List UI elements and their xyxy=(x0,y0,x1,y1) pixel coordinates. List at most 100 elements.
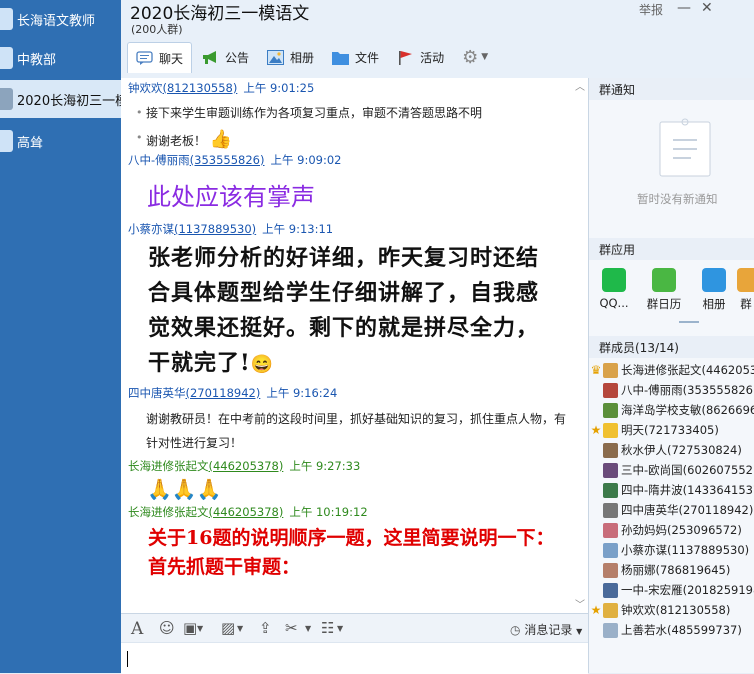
text-caret xyxy=(127,651,128,667)
close-icon[interactable]: ✕ xyxy=(701,0,713,16)
sidebar-item-chinese-teachers[interactable]: 长海语文教师 xyxy=(0,0,121,38)
member-name: 钟欢欢(812130558) xyxy=(621,603,731,617)
report-link[interactable]: 举报 xyxy=(639,1,663,18)
grinning-emoji-icon: 😄 xyxy=(250,354,275,375)
tab-activity[interactable]: 活动 xyxy=(389,42,452,72)
empty-notice-icon xyxy=(659,116,711,181)
group-avatar-icon xyxy=(0,8,13,30)
emoji-icon[interactable]: ☺ xyxy=(159,619,175,637)
message-text: 接下来学生审题训练作为各项复习重点，审题不清答题思路不明 xyxy=(146,106,483,120)
sender-name[interactable]: 长海进修张起文 xyxy=(128,459,209,473)
chevron-down-icon[interactable]: ▼ xyxy=(337,624,343,633)
tab-chat[interactable]: 聊天 xyxy=(127,42,193,73)
message-list[interactable]: ︿ 钟欢欢(812130558) 上午 9:01:25 • 接下来学生审题训练作为… xyxy=(121,78,588,613)
member-row[interactable]: 上善若水(485599737) xyxy=(589,620,754,640)
minimize-icon[interactable]: — xyxy=(677,0,691,16)
empty-notice-text: 暂时没有新通知 xyxy=(637,192,718,206)
chevron-down-icon: ▼ xyxy=(481,52,489,62)
tab-album[interactable]: 相册 xyxy=(259,42,322,72)
message-line: 首先抓题干审题： xyxy=(148,556,301,578)
member-row[interactable]: 杨丽娜(786819645) xyxy=(589,560,754,580)
sender-id[interactable]: (353555826) xyxy=(190,153,265,167)
chevron-down-icon[interactable]: ▼ xyxy=(197,624,203,633)
input-toolbar: A ☺ ▣ ▼ ▨ ▼ ⇪ ✂ ▼ ☷ ▼ ◷ 消息记录 ▼ xyxy=(121,613,588,642)
sidebar-item-current-group[interactable]: 2020长海初三一模 xyxy=(0,80,121,118)
conversation-sidebar: 长海语文教师 中教部 2020长海初三一模 高耸 xyxy=(0,0,121,673)
message-history-button[interactable]: ◷ 消息记录 ▼ xyxy=(510,621,582,638)
sender-name[interactable]: 长海进修张起文 xyxy=(128,505,209,519)
sender-id[interactable]: (270118942) xyxy=(186,386,261,400)
message-time: 上午 9:01:25 xyxy=(243,81,315,95)
notice-header: 群通知 xyxy=(589,78,754,100)
member-row[interactable]: 一中-宋宏雁(2018259198 xyxy=(589,580,754,600)
member-row[interactable]: 八中-傅丽雨(353555826) xyxy=(589,380,754,400)
gif-icon[interactable]: ▣ xyxy=(183,619,197,637)
clapping-emoji-icon: 🙏🙏🙏 xyxy=(147,477,222,501)
admin-star-icon: ★ xyxy=(590,603,602,617)
chat-bubble-icon xyxy=(136,50,153,66)
sender-id[interactable]: (446205378) xyxy=(209,459,284,473)
picture-icon[interactable]: ▨ xyxy=(221,619,235,637)
message-text: 谢谢老板！ 👍 xyxy=(146,129,232,150)
app-icon xyxy=(737,268,754,292)
member-name: 明天(721733405) xyxy=(621,423,719,437)
upload-icon[interactable]: ⇪ xyxy=(259,619,272,637)
tab-label: 相册 xyxy=(290,50,315,65)
scroll-down-icon[interactable]: ﹀ xyxy=(575,596,585,611)
scissors-icon[interactable]: ✂ xyxy=(285,619,298,637)
member-row[interactable]: 四中-隋井波(1433641537 xyxy=(589,480,754,500)
app-album[interactable]: 相册 xyxy=(693,268,735,312)
sender-id[interactable]: (1137889530) xyxy=(174,222,256,236)
member-row[interactable]: ★ 钟欢欢(812130558) xyxy=(589,600,754,620)
image-icon xyxy=(702,268,726,292)
sender-id[interactable]: (446205378) xyxy=(209,505,284,519)
bullet-icon: • xyxy=(136,131,143,144)
chevron-down-icon: ▼ xyxy=(576,627,583,636)
phone-icon xyxy=(602,268,626,292)
settings-menu[interactable]: ⚙ ▼ xyxy=(454,42,496,72)
more-icon[interactable]: ☷ xyxy=(321,619,334,637)
member-row[interactable]: 四中唐英华(270118942) xyxy=(589,500,754,520)
member-avatar xyxy=(603,402,618,418)
flag-icon xyxy=(397,50,414,65)
member-name: 四中唐英华(270118942) xyxy=(621,503,754,517)
member-row[interactable]: 三中-欧尚国(602607552) xyxy=(589,460,754,480)
tab-announcement[interactable]: 公告 xyxy=(194,42,257,72)
sender-name[interactable]: 四中唐英华 xyxy=(128,386,186,400)
font-icon[interactable]: A xyxy=(131,619,143,639)
member-name: 小蔡亦谋(1137889530) xyxy=(621,543,750,557)
message-input[interactable] xyxy=(121,642,588,674)
sidebar-item-middle-school-dept[interactable]: 中教部 xyxy=(0,39,121,77)
member-row[interactable]: 海洋岛学校支敏(8626696 xyxy=(589,400,754,420)
group-member-count: (200人群) xyxy=(131,23,183,36)
member-name: 四中-隋井波(1433641537 xyxy=(621,483,754,497)
app-qq[interactable]: QQ... xyxy=(593,268,635,310)
app-more[interactable]: 群 xyxy=(737,268,754,312)
member-avatar xyxy=(603,442,618,458)
member-row[interactable]: 孙劲妈妈(253096572) xyxy=(589,520,754,540)
history-label: 消息记录 xyxy=(524,623,573,637)
sender-name[interactable]: 八中-傅丽雨 xyxy=(128,153,190,167)
app-label: QQ... xyxy=(599,296,629,310)
sender-name[interactable]: 小蔡亦谋 xyxy=(128,222,174,236)
sender-id[interactable]: (812130558) xyxy=(163,81,238,95)
chevron-down-icon[interactable]: ▼ xyxy=(237,624,243,633)
member-avatar xyxy=(603,542,618,558)
member-row[interactable]: ★ 明天(721733405) xyxy=(589,420,754,440)
member-row[interactable]: ♛ 长海进修张起文(4462053 xyxy=(589,360,754,380)
megaphone-icon xyxy=(202,50,219,65)
sidebar-item-gaosong[interactable]: 高耸 xyxy=(0,122,121,160)
app-calendar[interactable]: 群日历 xyxy=(643,268,685,312)
member-row[interactable]: 秋水伊人(727530824) xyxy=(589,440,754,460)
message-line: 关于16题的说明顺序一题，这里简要说明一下： xyxy=(148,527,555,549)
message-text: 关于16题的说明顺序一题，这里简要说明一下： 首先抓题干审题： xyxy=(148,524,573,582)
member-row[interactable]: 小蔡亦谋(1137889530) xyxy=(589,540,754,560)
member-avatar xyxy=(603,462,618,478)
sender-name[interactable]: 钟欢欢 xyxy=(128,81,163,95)
chevron-down-icon[interactable]: ▼ xyxy=(305,624,311,633)
tab-files[interactable]: 文件 xyxy=(324,42,387,72)
scroll-up-icon[interactable]: ︿ xyxy=(575,78,585,93)
message-text: 谢谢教研员！在中考前的这段时间里，抓好基础知识的复习，抓住重点人物，有针对性进行… xyxy=(146,412,567,450)
app-label: 群日历 xyxy=(646,297,682,311)
member-name: 海洋岛学校支敏(8626696 xyxy=(621,403,754,417)
